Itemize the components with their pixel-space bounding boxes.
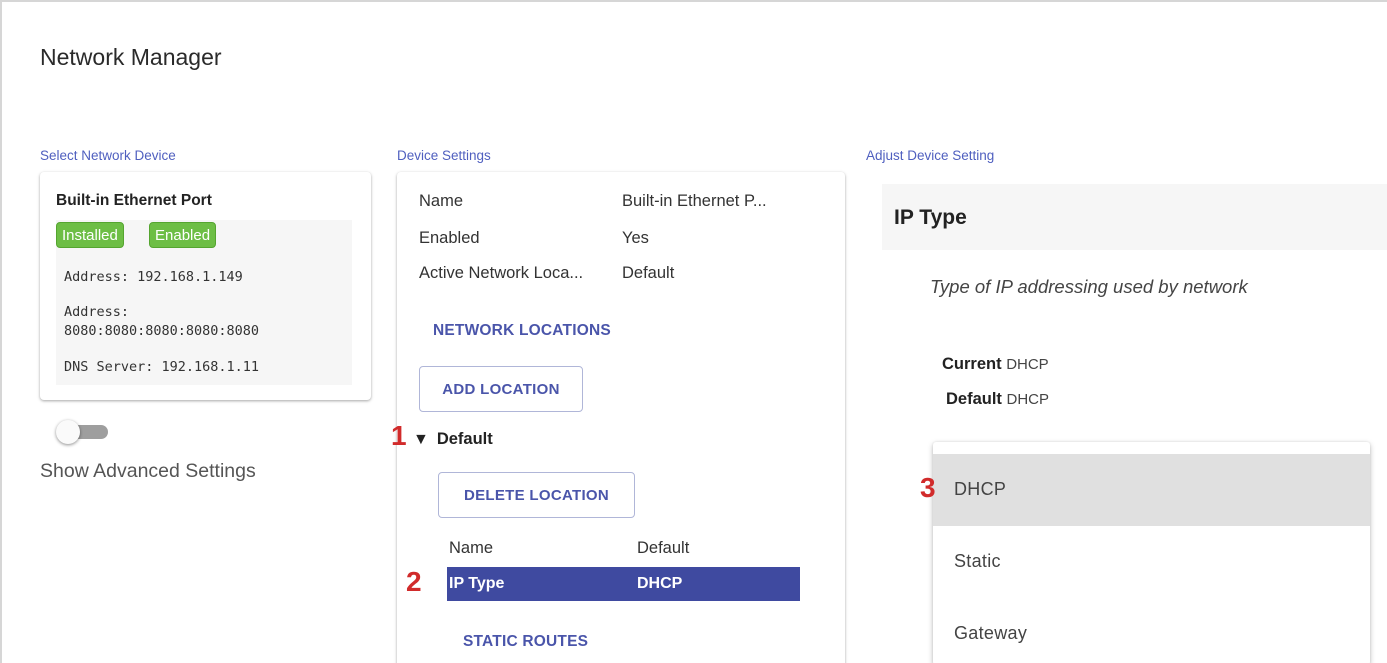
default-value: DHCP [1006, 391, 1050, 408]
network-locations-heading: NETWORK LOCATIONS [433, 322, 611, 339]
device-settings-label: Device Settings [397, 148, 491, 163]
prop-enabled-label: Enabled [419, 229, 480, 247]
address-ipv6-value: 8080:8080:8080:8080:8080 [64, 323, 260, 339]
device-card[interactable]: Built-in Ethernet Port Installed Enabled… [40, 172, 371, 400]
prop-enabled-value: Yes [622, 229, 649, 247]
location-node-label: Default [436, 430, 493, 448]
ip-type-row[interactable]: IP Type DHCP [447, 567, 800, 601]
location-name-value: Default [637, 539, 690, 557]
toggle-thumb [56, 420, 80, 444]
current-value-row: Current DHCP [942, 355, 1049, 374]
static-routes-heading: STATIC ROUTES [463, 633, 589, 650]
enabled-badge: Enabled [149, 222, 217, 248]
select-device-label: Select Network Device [40, 148, 176, 163]
option-static[interactable]: Static [933, 526, 1370, 598]
expand-arrow-icon[interactable]: ▼ [413, 431, 429, 448]
default-label: Default [946, 390, 1002, 408]
prop-name-value: Built-in Ethernet P... [622, 192, 767, 210]
prop-active-location-label: Active Network Loca... [419, 264, 584, 282]
address-ipv6-label: Address: [64, 304, 130, 320]
device-name: Built-in Ethernet Port [56, 192, 212, 209]
device-info-panel: Installed Enabled Address: 192.168.1.149… [56, 220, 352, 385]
advanced-settings-label: Show Advanced Settings [40, 460, 256, 482]
app-window: Network Manager Select Network Device De… [0, 0, 1387, 663]
ip-type-dropdown[interactable]: DHCP Static Gateway [933, 442, 1370, 663]
location-name-label: Name [449, 539, 494, 557]
callout-2: 2 [406, 566, 422, 597]
current-value: DHCP [1006, 356, 1049, 373]
advanced-settings-toggle[interactable] [56, 420, 108, 444]
adjust-setting-panel: IP Type Type of IP addressing used by ne… [866, 172, 1387, 663]
add-location-button[interactable]: ADD LOCATION [419, 366, 583, 412]
delete-location-button[interactable]: DELETE LOCATION [438, 472, 635, 518]
ip-type-label: IP Type [449, 575, 505, 592]
setting-description: Type of IP addressing used by network [930, 276, 1248, 297]
callout-1: 1 [391, 420, 407, 451]
address-ipv4: Address: 192.168.1.149 [64, 269, 243, 285]
installed-badge: Installed [56, 222, 124, 248]
option-dhcp[interactable]: DHCP [933, 454, 1370, 526]
option-static-label: Static [954, 551, 1001, 571]
default-value-row: Default DHCP [946, 390, 1049, 409]
callout-3: 3 [920, 472, 936, 503]
device-settings-card: Name Built-in Ethernet P... Enabled Yes … [397, 172, 845, 663]
adjust-setting-label: Adjust Device Setting [866, 148, 995, 163]
option-gateway-label: Gateway [954, 623, 1028, 643]
setting-header: IP Type [882, 184, 1387, 250]
setting-title: IP Type [894, 206, 967, 229]
option-dhcp-label: DHCP [954, 479, 1007, 499]
option-gateway[interactable]: Gateway [933, 598, 1370, 663]
current-label: Current [942, 355, 1002, 373]
prop-name-label: Name [419, 192, 464, 210]
location-tree-node-default[interactable]: ▼ Default [413, 430, 493, 449]
dns-server: DNS Server: 192.168.1.11 [64, 359, 260, 375]
page-title: Network Manager [40, 44, 222, 70]
ip-type-value: DHCP [637, 575, 683, 592]
prop-active-location-value: Default [622, 264, 675, 282]
